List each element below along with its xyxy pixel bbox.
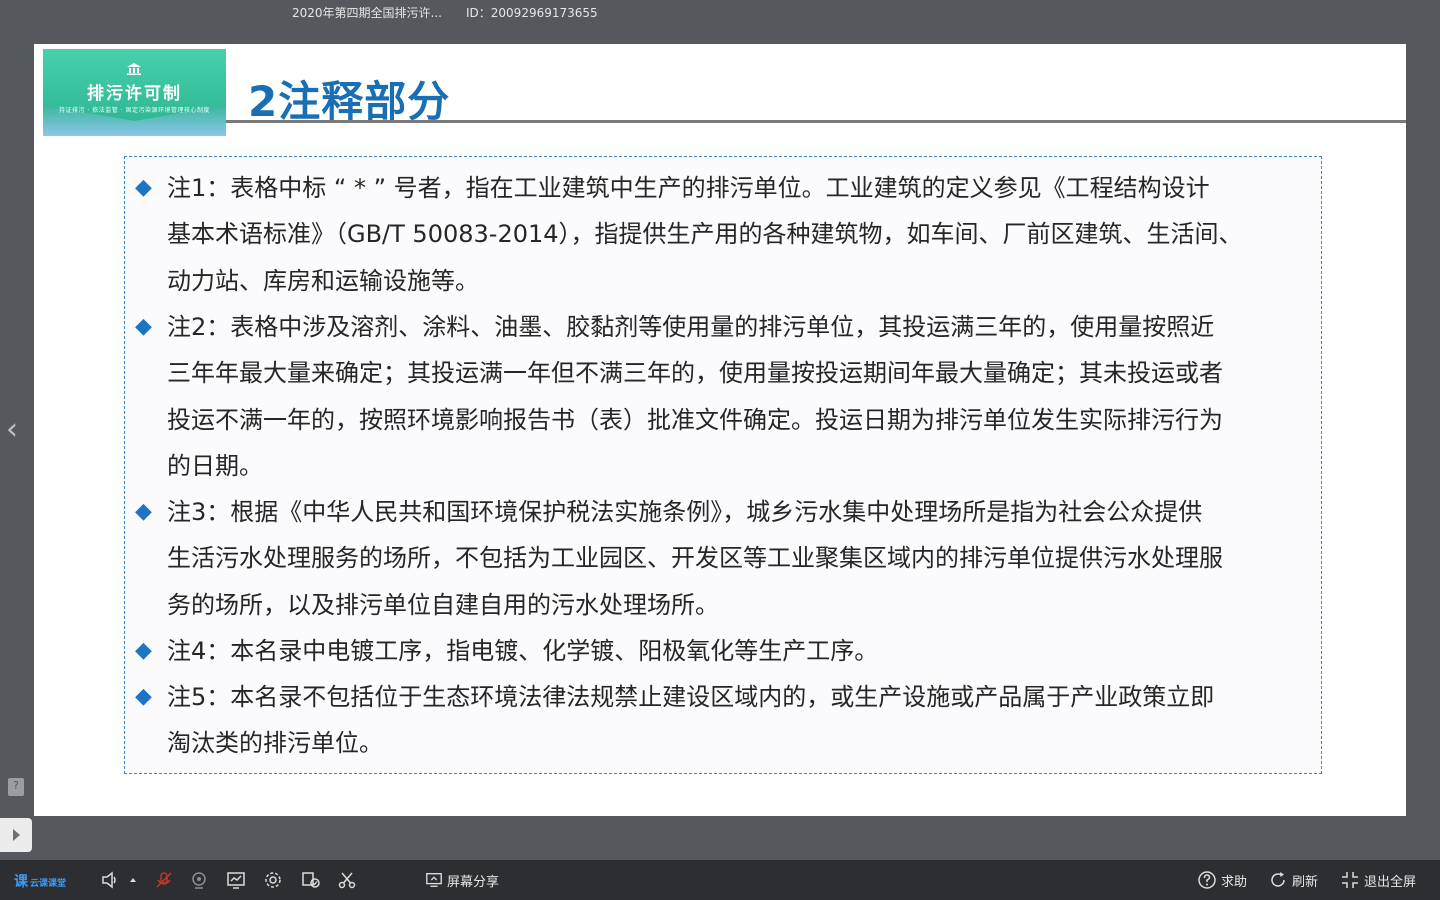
note-line: 基本术语标准》（GB/T 50083-2014），指提供生产用的各种建筑物，如车… (167, 220, 1243, 249)
building-icon (127, 63, 141, 75)
refresh-icon (1271, 872, 1285, 887)
top-info-bar: 2020年第四期全国排污许... ID：20092969173655 (0, 0, 1440, 44)
scissors-icon[interactable] (337, 870, 357, 890)
title-divider (226, 120, 1406, 123)
screen-share-label: 屏幕分享 (447, 874, 500, 890)
meeting-toolbar: 课云课课堂 屏幕分享 求助 刷新 退出全屏 (0, 860, 1440, 900)
speaker-icon[interactable] (100, 870, 120, 890)
play-arrow-icon (13, 829, 20, 841)
presentation-slide: 排污许可制 持证排污 · 依法监管 · 固定污染源环境管理核心制度 2注释部分 … (34, 44, 1406, 816)
screen-share-icon (426, 873, 442, 887)
program-logo: 排污许可制 持证排污 · 依法监管 · 固定污染源环境管理核心制度 (43, 49, 226, 136)
app-logo-glyph: 课 (14, 874, 28, 890)
note-line: 生活污水处理服务的场所，不包括为工业园区、开发区等工业聚集区域内的排污单位提供污… (167, 544, 1223, 573)
whiteboard-icon[interactable] (226, 870, 246, 890)
note-line: 注3：根据《中华人民共和国环境保护税法实施条例》，城乡污水集中处理场所是指为社会… (167, 498, 1203, 526)
exit-fullscreen-button[interactable]: 退出全屏 (1340, 870, 1416, 890)
note-line: 三年年最大量来确定；其投运满一年但不满三年的，使用量按投运期间年最大量确定；其未… (167, 359, 1223, 388)
notes-box: ◆ 注1：表格中标 “ * ” 号者，指在工业建筑中生产的排污单位。工业建筑的定… (124, 156, 1322, 774)
expand-panel-button[interactable] (0, 818, 32, 852)
exit-fullscreen-label: 退出全屏 (1364, 874, 1417, 890)
logo-subtext: 持证排污 · 依法监管 · 固定污染源环境管理核心制度 (59, 107, 210, 114)
note-line: 注4：本名录中电镀工序，指电镀、化学镀、阳极氧化等生产工序。 (167, 637, 879, 665)
diamond-bullet-icon: ◆ (135, 314, 152, 339)
session-title: 2020年第四期全国排污许... (292, 6, 442, 20)
note-line: 淘汰类的排污单位。 (167, 729, 383, 758)
note-item-2: ◆ 注2：表格中涉及溶剂、涂料、油墨、胶黏剂等使用量的排污单位，其投运满三年的，… (135, 304, 1315, 489)
note-item-3: ◆ 注3：根据《中华人民共和国环境保护税法实施条例》，城乡污水集中处理场所是指为… (135, 489, 1315, 628)
screen-share-button[interactable]: 屏幕分享 (425, 870, 499, 890)
help-button[interactable]: 求助 (1197, 870, 1247, 890)
camera-icon[interactable] (189, 870, 209, 890)
diamond-bullet-icon: ◆ (135, 175, 152, 200)
refresh-label: 刷新 (1292, 874, 1319, 890)
note-line: 务的场所，以及排污单位自建自用的污水处理场所。 (167, 590, 719, 619)
note-line: 注2：表格中涉及溶剂、涂料、油墨、胶黏剂等使用量的排污单位，其投运满三年的，使用… (167, 313, 1215, 341)
caret-up-icon[interactable] (128, 870, 138, 890)
refresh-button[interactable]: 刷新 (1268, 870, 1318, 890)
note-line: 注5：本名录不包括位于生态环境法律法规禁止建设区域内的，或生产设施或产品属于产业… (167, 683, 1215, 711)
diamond-bullet-icon: ◆ (135, 638, 152, 663)
note-line: 投运不满一年的，按照环境影响报告书（表）批准文件确定。投运日期为排污单位发生实际… (167, 405, 1223, 434)
note-line: 注1：表格中标 “ * ” 号者，指在工业建筑中生产的排污单位。工业建筑的定义参… (167, 174, 1210, 202)
devices-check-icon[interactable] (301, 870, 321, 890)
diamond-bullet-icon: ◆ (135, 499, 152, 524)
exit-fullscreen-icon (1342, 872, 1358, 888)
note-line: 的日期。 (167, 451, 263, 480)
help-doc-icon[interactable]: ? (8, 778, 24, 796)
logo-text: 排污许可制 (87, 84, 182, 104)
mic-muted-icon[interactable] (154, 870, 174, 890)
note-item-1: ◆ 注1：表格中标 “ * ” 号者，指在工业建筑中生产的排污单位。工业建筑的定… (135, 165, 1315, 304)
help-label: 求助 (1221, 874, 1248, 890)
previous-slide-button[interactable]: ‹ (6, 412, 26, 448)
note-line: 动力站、库房和运输设施等。 (167, 266, 479, 295)
meeting-id: ID：20092969173655 (466, 6, 598, 20)
help-icon (1198, 871, 1216, 889)
note-item-4: ◆ 注4：本名录中电镀工序，指电镀、化学镀、阳极氧化等生产工序。 (135, 628, 1315, 674)
app-name: 云课课堂 (30, 879, 67, 889)
diamond-bullet-icon: ◆ (135, 684, 152, 709)
settings-gear-icon[interactable] (263, 870, 283, 890)
app-logo: 课云课课堂 (14, 871, 66, 891)
note-item-5: ◆ 注5：本名录不包括位于生态环境法律法规禁止建设区域内的，或生产设施或产品属于… (135, 674, 1315, 767)
